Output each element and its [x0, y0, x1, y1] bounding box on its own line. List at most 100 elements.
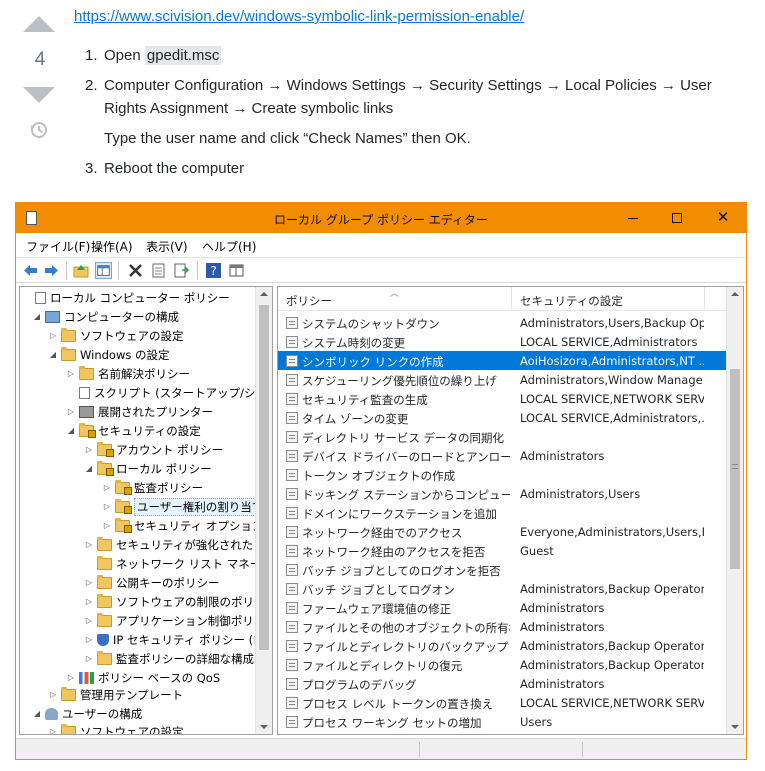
table-row[interactable]: デバイス ドライバーのロードとアンロード Administrators [278, 446, 726, 465]
table-row[interactable]: ファイルとディレクトリのバックアップ Administrators,Backup … [278, 636, 726, 655]
tree-item-software-restriction[interactable]: ▷ ソフトウェアの制限のポリシー [84, 592, 272, 611]
scroll-up-icon[interactable] [260, 292, 268, 296]
policy-name: シンボリック リンクの作成 [302, 355, 444, 369]
tree-item-deployed-printers[interactable]: ▷ 展開されたプリンター [66, 402, 213, 421]
tree-item-user-rights-assignment[interactable]: ▷ ユーザー権利の割り当て [102, 497, 267, 516]
downvote-arrow-icon[interactable] [23, 87, 55, 103]
policy-icon [286, 621, 298, 633]
table-row[interactable]: バッチ ジョブとしてのログオンを拒否 [278, 560, 726, 579]
upvote-arrow-icon[interactable] [23, 16, 55, 32]
scroll-thumb[interactable] [730, 369, 740, 569]
tree-item-user-config[interactable]: ◢ ユーザーの構成 [32, 704, 142, 723]
delete-icon[interactable] [127, 262, 144, 279]
folder-icon [61, 686, 76, 701]
menu-help[interactable]: ヘルプ(H) [202, 238, 256, 255]
table-row[interactable]: タイム ゾーンの変更 LOCAL SERVICE,Administrators,.… [278, 408, 726, 427]
table-row[interactable]: ディレクトリ サービス データの同期化 [278, 427, 726, 446]
tree-scrollbar[interactable] [255, 287, 272, 734]
table-row[interactable]: ファイルとその他のオブジェクトの所有権の... Administrators [278, 617, 726, 636]
properties-icon[interactable] [150, 262, 167, 279]
tree-item-local-computer-policy[interactable]: ローカル コンピューター ポリシー [22, 288, 230, 307]
tree-item-account-policies[interactable]: ▷ アカウント ポリシー [84, 440, 223, 459]
table-row[interactable]: システム時刻の変更 LOCAL SERVICE,Administrators [278, 332, 726, 351]
column-header-security-setting[interactable]: セキュリティの設定 [520, 293, 623, 309]
sort-caret-icon: ︿ [390, 289, 400, 299]
security-setting: Users [520, 715, 553, 729]
tree-item-app-control[interactable]: ▷ アプリケーション制御ポリシー [84, 611, 272, 630]
menu-view[interactable]: 表示(V) [146, 238, 188, 255]
scroll-down-icon[interactable] [260, 725, 268, 729]
tree-item-windows-settings[interactable]: ◢ Windows の設定 [48, 345, 170, 364]
forward-arrow-icon[interactable] [43, 262, 60, 279]
table-row[interactable]: プログラムのデバッグ Administrators [278, 674, 726, 693]
up-folder-icon[interactable] [73, 262, 90, 279]
scroll-down-icon[interactable] [731, 725, 739, 729]
scroll-up-icon[interactable] [731, 292, 739, 296]
folder-icon [61, 723, 76, 734]
table-row[interactable]: ファイルとディレクトリの復元 Administrators,Backup Oper… [278, 655, 726, 674]
table-row[interactable]: セキュリティ監査の生成 LOCAL SERVICE,NETWORK SERVI..… [278, 389, 726, 408]
policy-name: ドッキング ステーションからコンピューターを削除 [302, 488, 510, 502]
folder-icon [61, 327, 76, 342]
menu-file[interactable]: ファイル(F) [26, 238, 90, 255]
tree-item-name-resolution[interactable]: ▷ 名前解決ポリシー [66, 364, 190, 383]
table-row[interactable]: ファームウェア環境値の修正 Administrators [278, 598, 726, 617]
table-row[interactable]: スケジューリング優先順位の繰り上げ Administrators,Window M… [278, 370, 726, 389]
table-row[interactable]: トークン オブジェクトの作成 [278, 465, 726, 484]
table-row[interactable]: ドッキング ステーションからコンピューターを削除 Administrators,U… [278, 484, 726, 503]
close-icon[interactable]: ✕ [714, 209, 732, 227]
menu-action[interactable]: 操作(A) [91, 238, 133, 255]
reference-link[interactable]: https://www.scivision.dev/windows-symbol… [74, 8, 524, 25]
table-row[interactable]: ドメインにワークステーションを追加 [278, 503, 726, 522]
table-row[interactable]: バッチ ジョブとしてログオン Administrators,Backup Oper… [278, 579, 726, 598]
tree-item-scripts[interactable]: スクリプト (スタートアップ/シャットダ [66, 383, 272, 402]
table-row[interactable]: プロセス レベル トークンの置き換え LOCAL SERVICE,NETWORK … [278, 693, 726, 712]
tree-item-local-policies[interactable]: ◢ ローカル ポリシー [84, 459, 212, 478]
policy-name: システム時刻の変更 [302, 336, 406, 350]
tree-item-security-options[interactable]: ▷ セキュリティ オプション [102, 516, 263, 535]
policy-name: バッチ ジョブとしてログオン [302, 583, 455, 597]
table-row[interactable]: ネットワーク経由のアクセスを拒否 Guest [278, 541, 726, 560]
tree-pane: ローカル コンピューター ポリシー ◢ コンピューターの構成 ▷ ソフトウェアの設定… [19, 286, 273, 735]
security-folder-icon [97, 441, 114, 457]
column-header-policy[interactable]: ポリシー [286, 293, 332, 309]
tree-item-admin-templates[interactable]: ▷ 管理用テンプレート [48, 685, 183, 704]
security-setting: Administrators,Backup Operators [520, 658, 704, 672]
tree-item-windows-firewall[interactable]: ▷ セキュリティが強化された Win [84, 535, 272, 554]
minimize-icon[interactable] [624, 209, 642, 227]
tree-item-public-key-policies[interactable]: ▷ 公開キーのポリシー [84, 573, 220, 592]
tree-item-ip-security[interactable]: ▷ IP セキュリティ ポリシー (ローカ [84, 630, 272, 649]
table-row[interactable]: プロセス ワーキング セットの増加 Users [278, 712, 726, 731]
policy-name: デバイス ドライバーのロードとアンロード [302, 450, 510, 464]
policy-name: ネットワーク経由のアクセスを拒否 [302, 545, 486, 559]
policy-icon [286, 317, 298, 329]
table-row[interactable]: ネットワーク経由でのアクセス Everyone,Administrators,Us… [278, 522, 726, 541]
view-pane-icon[interactable] [228, 262, 245, 279]
tree-item-audit-policy[interactable]: ▷ 監査ポリシー [102, 478, 203, 497]
table-row[interactable]: システムのシャットダウン Administrators,Users,Backup … [278, 313, 726, 332]
list-scrollbar[interactable] [726, 287, 743, 734]
help-icon[interactable]: ? [205, 262, 222, 279]
security-setting: Administrators,Backup Operator... [520, 582, 704, 596]
tree-item-advanced-audit[interactable]: ▷ 監査ポリシーの詳細な構成 [84, 649, 254, 668]
table-row[interactable]: シンボリック リンクの作成 AoiHosizora,Administrators,… [278, 351, 726, 370]
tree-item-computer-config[interactable]: ◢ コンピューターの構成 [32, 307, 179, 326]
scroll-thumb[interactable] [259, 305, 269, 650]
list-header: ︿ ポリシー セキュリティの設定 [278, 287, 726, 311]
history-icon[interactable] [29, 120, 49, 140]
policy-name: ディレクトリ サービス データの同期化 [302, 431, 505, 445]
tree-item-security-settings[interactable]: ◢ セキュリティの設定 [66, 421, 201, 440]
policy-name: スケジューリング優先順位の繰り上げ [302, 374, 497, 388]
tree-item-network-list-manager[interactable]: ネットワーク リスト マネージャー [84, 554, 272, 573]
tree-item-user-software-settings[interactable]: ▷ ソフトウェアの設定 [48, 722, 184, 734]
policy-icon [286, 412, 298, 424]
maximize-icon[interactable] [668, 209, 686, 227]
policy-name: トークン オブジェクトの作成 [302, 469, 456, 483]
tree-item-software-settings[interactable]: ▷ ソフトウェアの設定 [48, 326, 184, 345]
security-setting: LOCAL SERVICE,NETWORK SERVI... [520, 392, 704, 406]
show-hide-tree-icon[interactable] [95, 262, 112, 279]
list-item: 1. Open gpedit.msc [85, 46, 222, 65]
export-list-icon[interactable] [173, 262, 190, 279]
back-arrow-icon[interactable] [22, 262, 39, 279]
folder-icon [79, 365, 94, 380]
